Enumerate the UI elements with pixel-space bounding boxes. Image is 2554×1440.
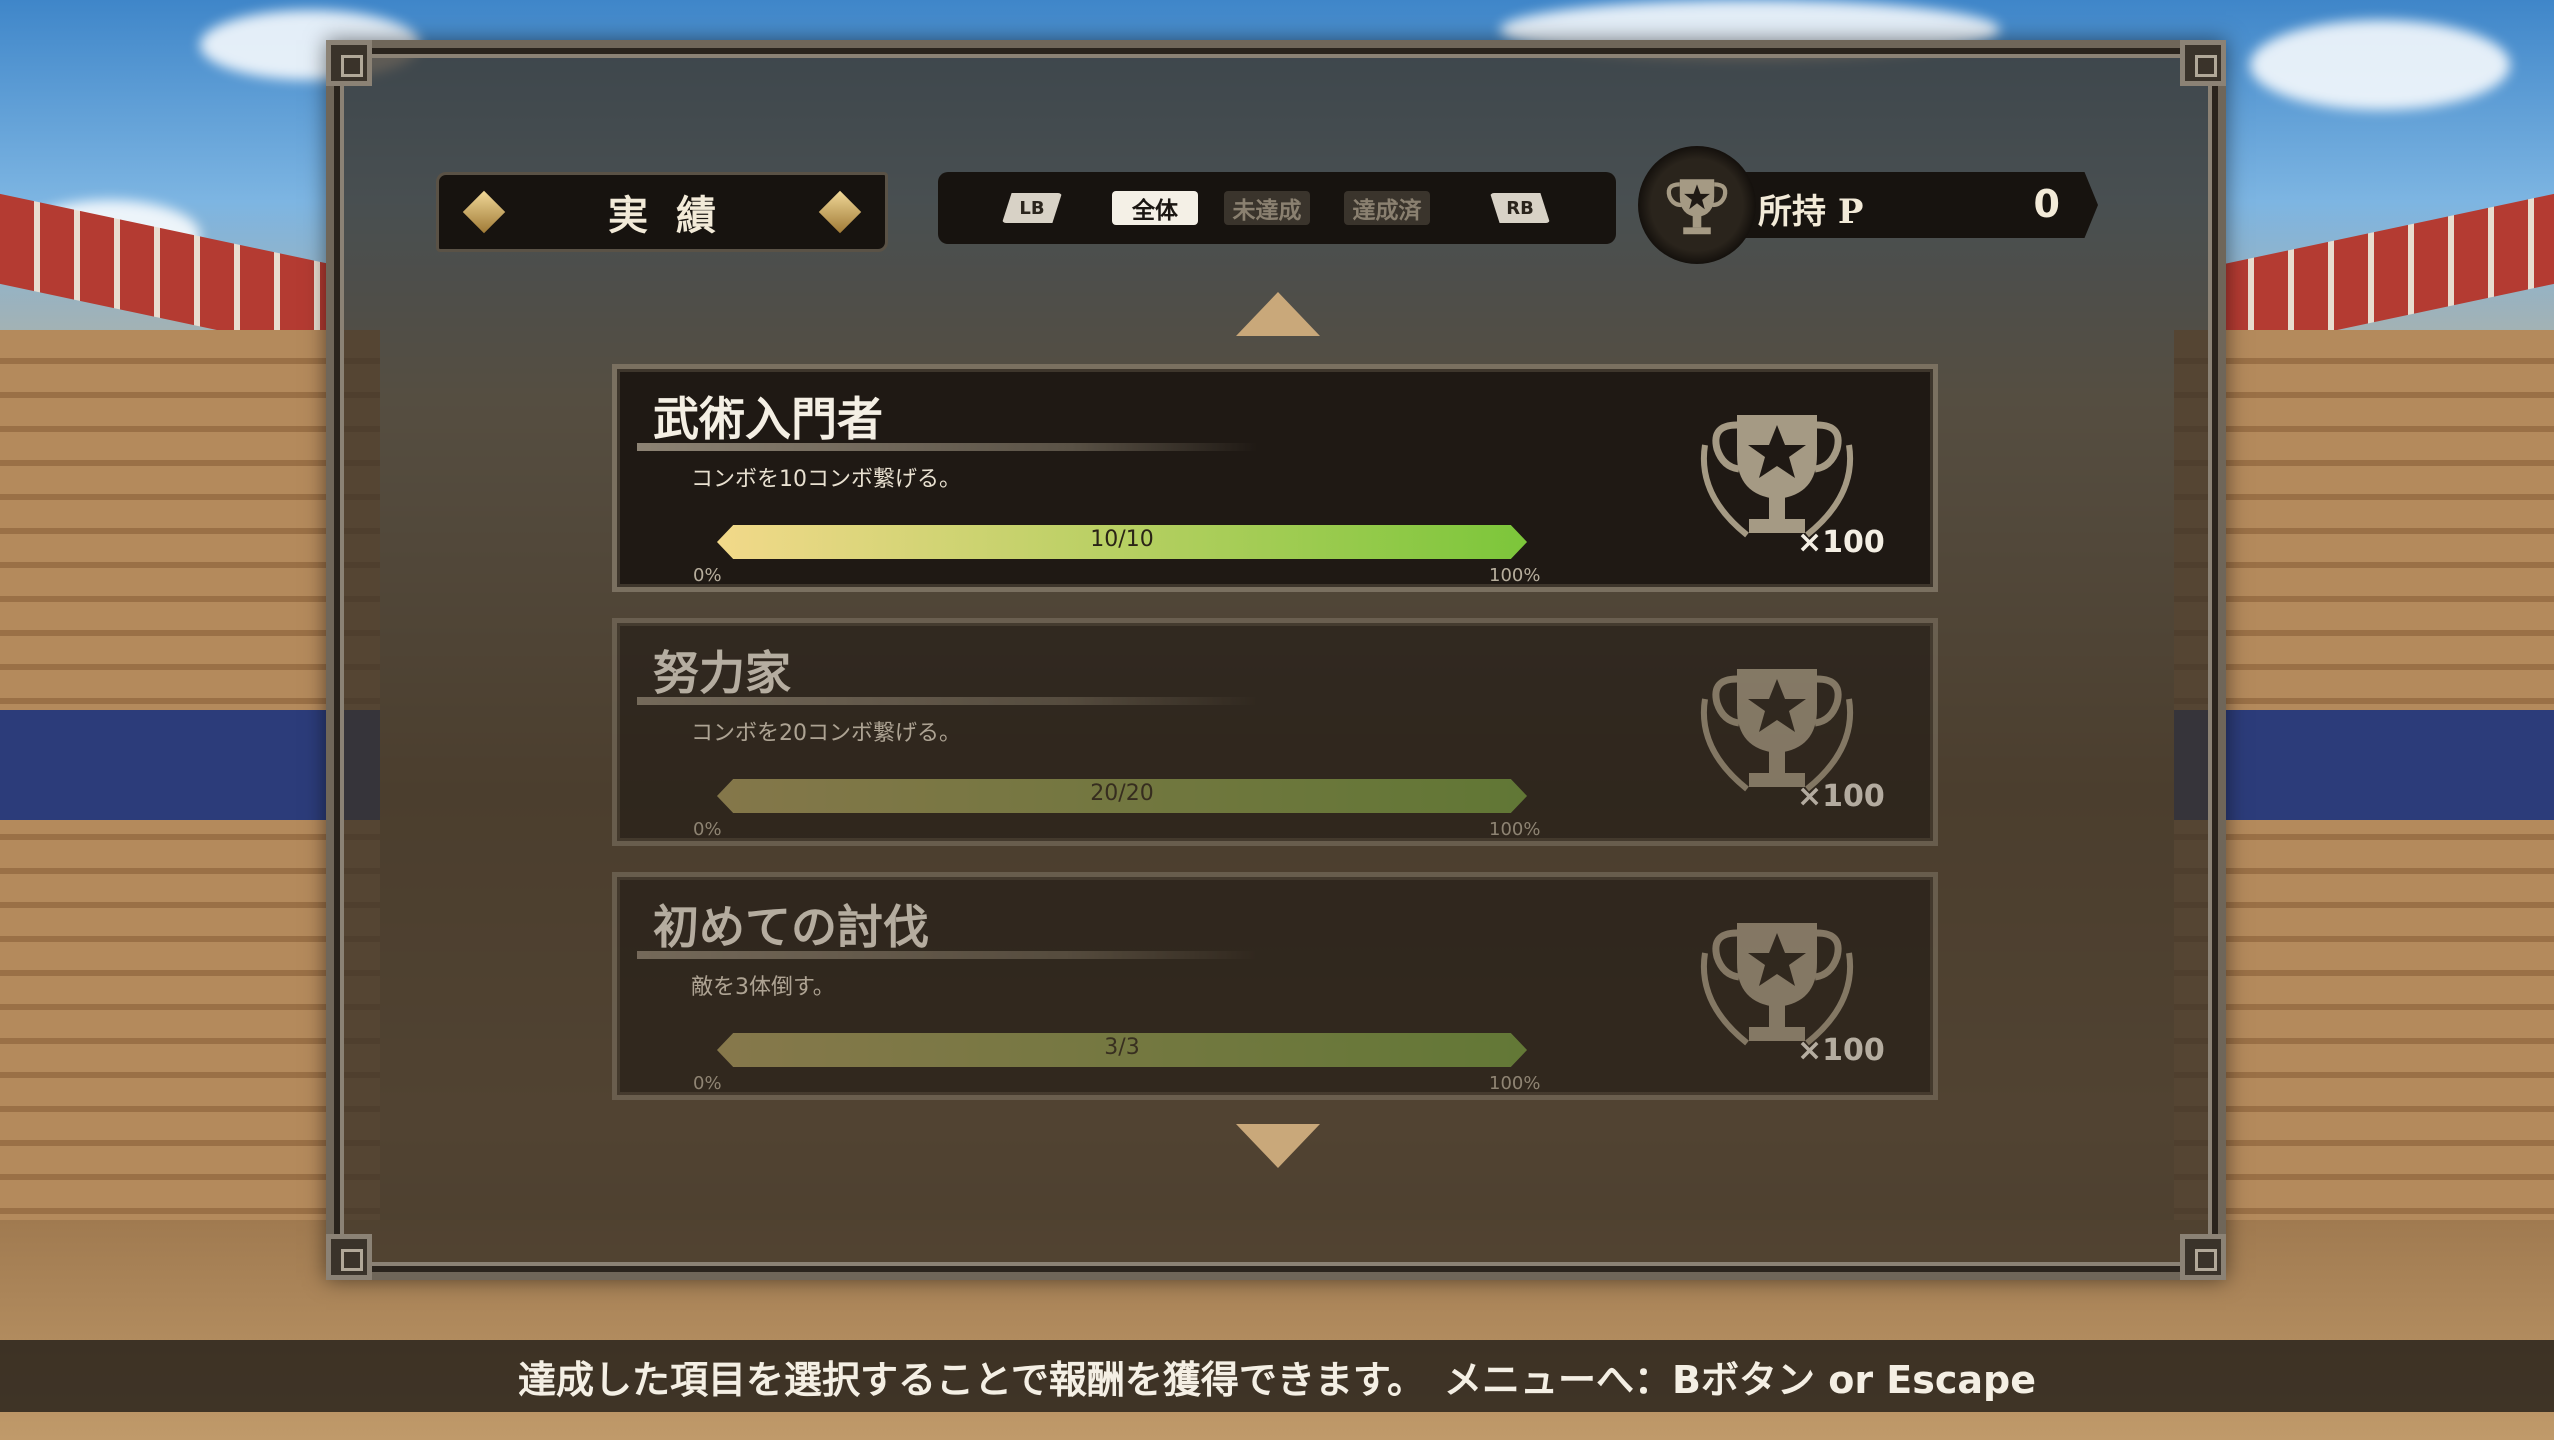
name-underline: [637, 951, 1257, 959]
achievement-description: コンボを20コンボ繋げる。: [691, 721, 961, 746]
name-underline: [637, 443, 1257, 451]
achievement-name: 武術入門者: [653, 392, 883, 446]
page-title: 実績: [608, 192, 744, 239]
achievement-description: コンボを10コンボ繋げる。: [691, 467, 961, 492]
progress-min-label: 0%: [693, 819, 722, 840]
cloud: [2250, 20, 2510, 110]
reward-amount: ×100: [1797, 1033, 1885, 1068]
progress-text: 20/20: [1090, 781, 1154, 806]
points-trophy-icon: [1638, 146, 1756, 264]
progress-max-label: 100%: [1489, 565, 1541, 586]
footer-help-text: 達成した項目を選択することで報酬を獲得できます。 メニューへ：Bボタン or E…: [517, 1357, 2037, 1402]
filter-tabs: LB 全体 未達成 達成済 RB: [938, 172, 1616, 244]
progress-min-label: 0%: [693, 1073, 722, 1094]
points-label: 所持 P: [1758, 192, 1864, 232]
footer-help-bar: 達成した項目を選択することで報酬を獲得できます。 メニューへ：Bボタン or E…: [0, 1340, 2554, 1412]
achievement-name: 努力家: [653, 646, 791, 700]
diamond-ornament-icon: [462, 190, 506, 234]
tab-all[interactable]: 全体: [1112, 191, 1198, 225]
progress-text: 10/10: [1090, 527, 1154, 552]
progress-min-label: 0%: [693, 565, 722, 586]
reward-amount: ×100: [1797, 779, 1885, 814]
tab-prev-lb[interactable]: LB: [1002, 193, 1062, 223]
page-title-plate: 実績: [436, 172, 888, 252]
achievement-card[interactable]: 初めての討伐 敵を3体倒す。 3/3 0% 100% ×100: [612, 872, 1938, 1100]
panel-corner: [2180, 40, 2226, 86]
wall-band: [2174, 710, 2554, 820]
trophy-icon: [1666, 179, 1728, 235]
progress-bar: 3/3: [717, 1033, 1527, 1067]
diamond-ornament-icon: [818, 190, 862, 234]
progress-max-label: 100%: [1489, 819, 1541, 840]
achievement-card[interactable]: 努力家 コンボを20コンボ繋げる。 20/20 0% 100% ×100: [612, 618, 1938, 846]
tab-incomplete[interactable]: 未達成: [1224, 191, 1310, 225]
wall-band: [0, 710, 380, 820]
achievement-name: 初めての討伐: [653, 900, 929, 954]
progress-bar: 10/10: [717, 525, 1527, 559]
achievement-card[interactable]: 武術入門者 コンボを10コンボ繋げる。 10/10 0% 100% ×100: [612, 364, 1938, 592]
achievement-description: 敵を3体倒す。: [691, 975, 835, 1000]
points-value: 0: [2033, 182, 2060, 226]
panel-corner: [326, 1234, 372, 1280]
arena-wall-right: [2174, 330, 2554, 1330]
progress-bar: 20/20: [717, 779, 1527, 813]
name-underline: [637, 697, 1257, 705]
tab-completed[interactable]: 達成済: [1344, 191, 1430, 225]
progress-text: 3/3: [1104, 1035, 1140, 1060]
arena-wall-left: [0, 330, 380, 1330]
chevron-down-icon[interactable]: [1236, 1124, 1320, 1168]
progress-max-label: 100%: [1489, 1073, 1541, 1094]
reward-amount: ×100: [1797, 525, 1885, 560]
panel-corner: [2180, 1234, 2226, 1280]
tab-next-rb[interactable]: RB: [1490, 193, 1550, 223]
panel-corner: [326, 40, 372, 86]
chevron-up-icon[interactable]: [1236, 292, 1320, 336]
